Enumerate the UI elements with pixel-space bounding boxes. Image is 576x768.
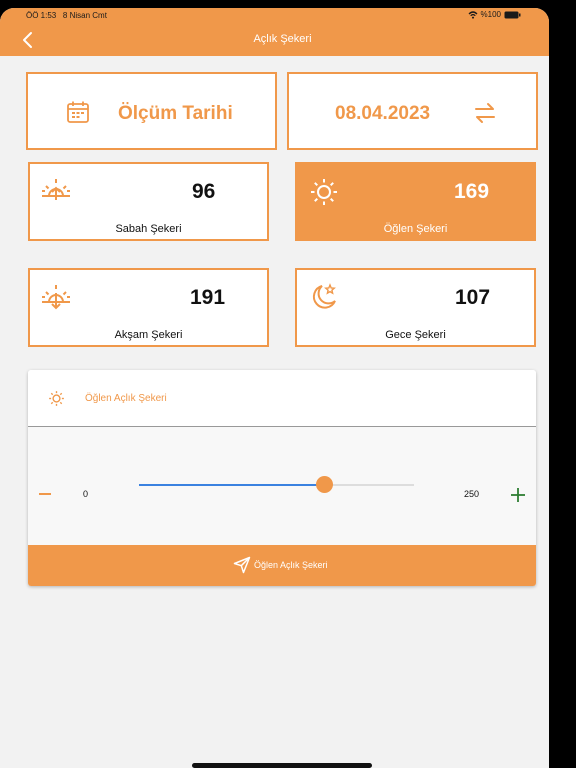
submit-button[interactable]: Öğlen Açlık Şekeri: [28, 545, 536, 586]
sun-icon: [311, 179, 337, 205]
reading-value: 191: [190, 286, 226, 309]
reading-card-morning[interactable]: 96 Sabah Şekeri: [28, 162, 269, 241]
reading-label: Akşam Şekeri: [114, 329, 183, 341]
panel-title: Öğlen Açlık Şekeri: [85, 393, 167, 404]
input-panel: Öğlen Açlık Şekeri 0 250 Öğlen Açlık Şek…: [28, 370, 536, 586]
reading-card-noon[interactable]: 169 Öğlen Şekeri: [295, 162, 536, 241]
sun-icon: [49, 391, 64, 406]
reading-label: Gece Şekeri: [385, 329, 446, 341]
battery-percent: %100: [480, 10, 501, 19]
page-title: Açlık Şekeri: [253, 33, 312, 45]
date-value-card[interactable]: 08.04.2023: [287, 72, 538, 150]
calendar-icon: [67, 101, 89, 123]
wifi-icon: [468, 10, 477, 19]
app-screen: ÖÖ 1:53 8 Nisan Cmt %100 Açlık Şekeri Öl…: [0, 8, 549, 768]
status-indicators: %100: [468, 10, 521, 19]
panel-header: Öğlen Açlık Şekeri: [28, 370, 536, 427]
reading-label: Öğlen Şekeri: [383, 223, 448, 235]
reading-label: Sabah Şekeri: [115, 223, 182, 235]
battery-icon: [504, 11, 521, 18]
minus-icon[interactable]: [38, 487, 52, 501]
date-title-card[interactable]: Ölçüm Tarihi: [26, 72, 277, 150]
reading-value: 169: [454, 180, 490, 203]
moon-star-icon: [312, 283, 336, 309]
home-indicator: [192, 763, 372, 768]
status-time-text: ÖÖ 1:53: [26, 11, 57, 20]
slider-fill: [139, 484, 325, 486]
reading-value: 107: [455, 286, 491, 309]
submit-button-label: Öğlen Açlık Şekeri: [254, 560, 328, 570]
date-card-label: Ölçüm Tarihi: [118, 103, 233, 124]
sunrise-icon: [42, 179, 70, 200]
reading-value: 96: [192, 180, 216, 203]
sunset-icon: [42, 285, 70, 310]
status-time: ÖÖ 1:53 8 Nisan Cmt: [26, 11, 107, 20]
navigation-header: ÖÖ 1:53 8 Nisan Cmt %100 Açlık Şekeri: [0, 8, 549, 56]
plus-icon[interactable]: [510, 487, 526, 503]
value-slider[interactable]: [139, 476, 414, 493]
slider-max-label: 250: [464, 489, 480, 499]
reading-card-night[interactable]: 107 Gece Şekeri: [295, 268, 536, 347]
slider-min-label: 0: [83, 489, 89, 499]
reading-card-evening[interactable]: 191 Akşam Şekeri: [28, 268, 269, 347]
date-value: 08.04.2023: [335, 103, 431, 124]
status-date-text: 8 Nisan Cmt: [62, 11, 107, 20]
send-icon: [233, 556, 251, 574]
slider-thumb[interactable]: [315, 476, 333, 493]
swap-arrows-icon[interactable]: [473, 102, 497, 124]
